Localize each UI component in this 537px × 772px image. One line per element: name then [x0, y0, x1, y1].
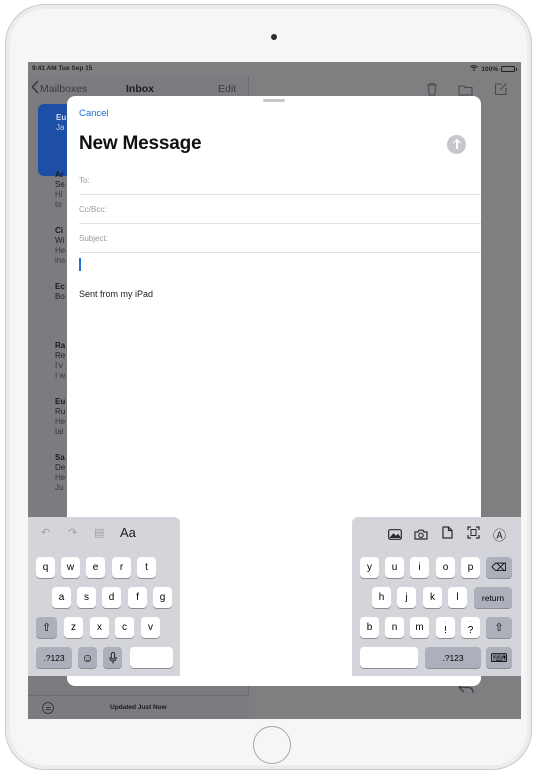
sheet-grabber[interactable] — [263, 99, 285, 102]
key-m[interactable]: m — [410, 617, 429, 638]
key-q[interactable]: q — [36, 557, 55, 578]
screen: 9:41 AM Tue Sep 15 100% Mailboxes Inbox … — [28, 62, 521, 719]
key-f[interactable]: f — [128, 587, 147, 608]
numbers-key-right[interactable]: .?123 — [425, 647, 481, 668]
key-p[interactable]: p — [461, 557, 480, 578]
return-key[interactable]: return — [474, 587, 512, 608]
edit-button[interactable]: Edit — [218, 83, 236, 95]
undo-icon[interactable]: ↶ — [41, 526, 50, 539]
cc-bcc-field[interactable]: Cc/Bcc: — [79, 195, 481, 224]
wifi-icon — [470, 65, 479, 73]
shift-key-right[interactable]: ⇧ — [486, 617, 512, 638]
key-j[interactable]: j — [397, 587, 416, 608]
mailboxes-back-button[interactable]: Mailboxes — [40, 83, 87, 95]
status-bar: 9:41 AM Tue Sep 15 100% — [28, 62, 521, 76]
mail-list-footer: Updated Just Now — [28, 695, 249, 719]
key-r[interactable]: r — [112, 557, 131, 578]
keyboard-right-half: Ⓐ y u i o p ⌫ h j k l return b n m , ! .… — [352, 517, 521, 676]
compose-icon[interactable] — [494, 82, 508, 101]
key-question[interactable]: . ? — [461, 617, 480, 638]
subject-field[interactable]: Subject: — [79, 224, 481, 253]
paste-icon[interactable]: ▤ — [94, 526, 104, 539]
key-d[interactable]: d — [102, 587, 121, 608]
key-v[interactable]: v — [141, 617, 160, 638]
updated-status: Updated Just Now — [110, 704, 167, 711]
subject-label: Subject: — [79, 234, 108, 243]
key-u[interactable]: u — [385, 557, 404, 578]
shift-key[interactable]: ⇧ — [36, 617, 57, 638]
photo-library-icon[interactable] — [388, 527, 402, 545]
document-icon[interactable] — [442, 526, 453, 544]
key-s[interactable]: s — [77, 587, 96, 608]
period-hint: . — [469, 618, 472, 624]
key-t[interactable]: t — [137, 557, 156, 578]
status-time: 9:41 AM Tue Sep 15 — [32, 65, 93, 72]
cancel-button[interactable]: Cancel — [79, 108, 109, 119]
status-right: 100% — [470, 65, 517, 73]
key-e[interactable]: e — [86, 557, 105, 578]
key-b[interactable]: b — [360, 617, 379, 638]
comma-hint: , — [444, 618, 447, 624]
key-h[interactable]: h — [372, 587, 391, 608]
filter-icon[interactable] — [42, 702, 54, 714]
key-y[interactable]: y — [360, 557, 379, 578]
emoji-icon[interactable]: ☺ — [78, 647, 97, 668]
camera-icon[interactable] — [414, 527, 428, 545]
key-g[interactable]: g — [153, 587, 172, 608]
key-c[interactable]: c — [115, 617, 134, 638]
key-a[interactable]: a — [52, 587, 71, 608]
hide-keyboard-icon[interactable]: ⌨ — [486, 647, 512, 668]
to-field[interactable]: To: — [79, 166, 481, 195]
body-signature[interactable]: Sent from my iPad — [79, 289, 153, 299]
exclamation-label: ! — [444, 625, 447, 636]
key-w[interactable]: w — [61, 557, 80, 578]
cc-bcc-label: Cc/Bcc: — [79, 205, 107, 214]
numbers-key[interactable]: .?123 — [36, 647, 72, 668]
text-format-button[interactable]: Aa — [120, 525, 136, 540]
keyboard-left-half: ↶ ↷ ▤ Aa q w e r t a s d f g ⇧ z x c v .… — [28, 517, 180, 676]
key-n[interactable]: n — [385, 617, 404, 638]
microphone-icon[interactable] — [103, 647, 122, 668]
home-button[interactable] — [253, 726, 291, 764]
key-o[interactable]: o — [436, 557, 455, 578]
key-i[interactable]: i — [410, 557, 429, 578]
send-button[interactable] — [447, 135, 466, 154]
space-bar-left[interactable] — [130, 647, 173, 668]
to-label: To: — [79, 176, 90, 185]
chevron-left-icon[interactable] — [31, 80, 39, 99]
delete-key[interactable]: ⌫ — [486, 557, 512, 578]
redo-icon[interactable]: ↷ — [68, 526, 77, 539]
key-x[interactable]: x — [90, 617, 109, 638]
front-camera — [271, 34, 277, 40]
space-bar-right[interactable] — [360, 647, 418, 668]
scan-document-icon[interactable] — [467, 526, 480, 544]
key-z[interactable]: z — [64, 617, 83, 638]
question-label: ? — [467, 625, 474, 636]
text-cursor — [79, 258, 81, 271]
key-exclamation[interactable]: , ! — [436, 617, 455, 638]
inbox-title: Inbox — [126, 83, 154, 95]
key-l[interactable]: l — [448, 587, 467, 608]
battery-icon — [501, 66, 517, 72]
markup-icon[interactable]: Ⓐ — [493, 525, 506, 544]
key-k[interactable]: k — [423, 587, 442, 608]
compose-title: New Message — [79, 133, 202, 154]
battery-percent: 100% — [481, 65, 498, 73]
